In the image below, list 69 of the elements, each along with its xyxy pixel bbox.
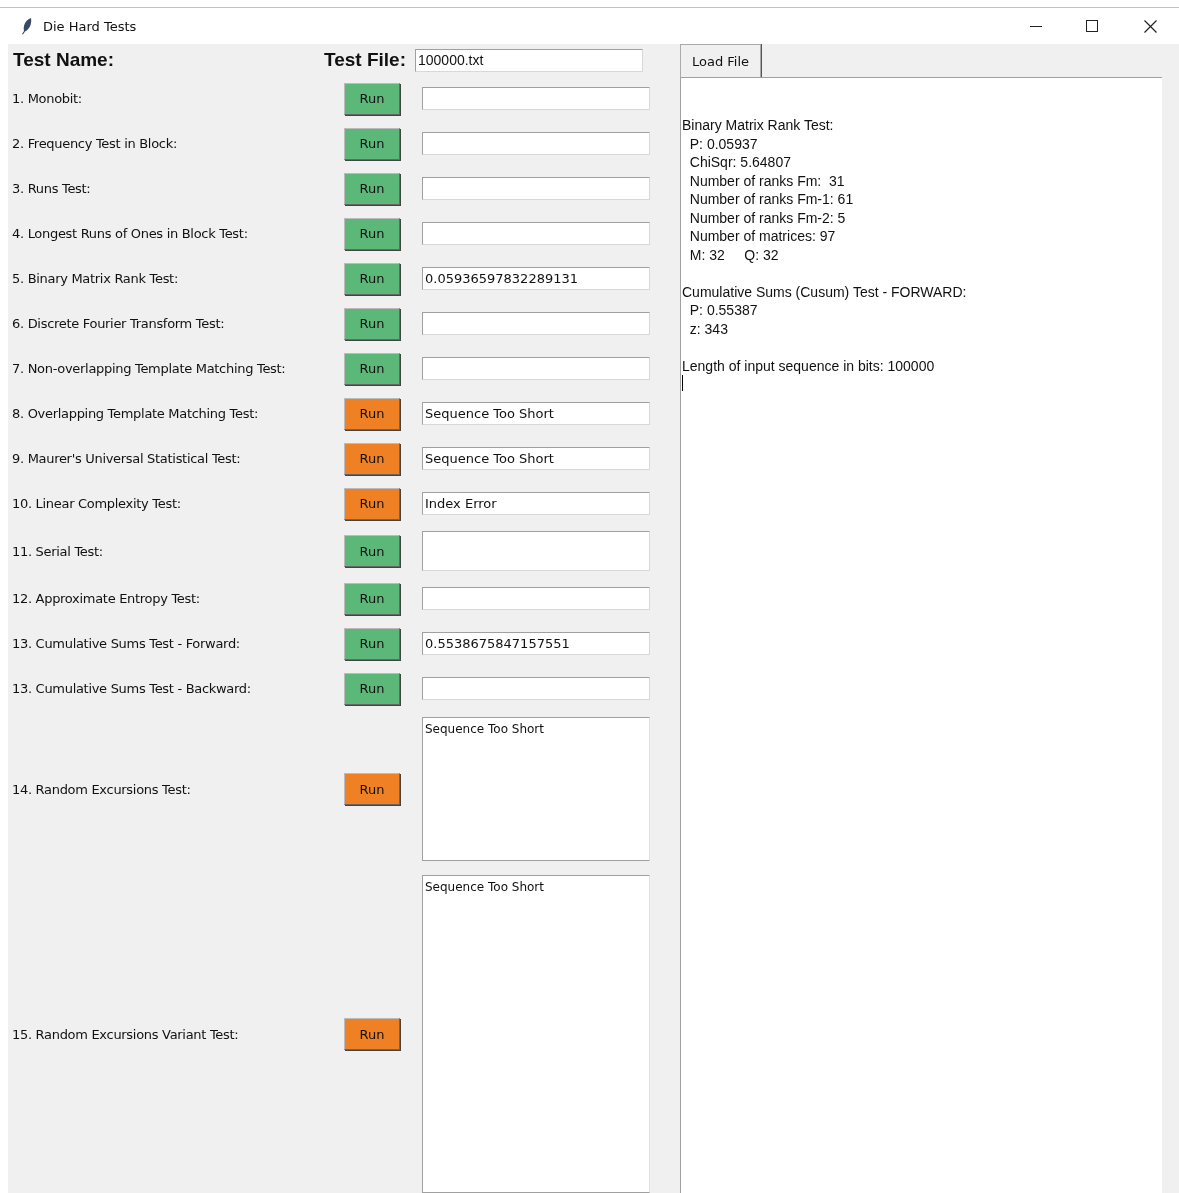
- output-line: Number of ranks Fm-2: 5: [688, 208, 847, 227]
- output-line: Length of input sequence in bits: 100000: [682, 356, 936, 375]
- test-name: 2. Frequency Test in Block:: [11, 136, 178, 151]
- test-name: 12. Approximate Entropy Test:: [11, 591, 201, 606]
- output-line: ChiSqr: 5.64807: [688, 153, 792, 172]
- result-field[interactable]: Sequence Too Short: [422, 402, 650, 425]
- test-name: 9. Maurer's Universal Statistical Test:: [11, 451, 242, 466]
- test-name-heading: Test Name:: [13, 49, 115, 71]
- run-button[interactable]: Run: [344, 352, 400, 385]
- test-name: 8. Overlapping Template Matching Test:: [11, 406, 260, 421]
- output-line: M: 32 Q: 32: [688, 245, 780, 264]
- test-name: 14. Random Excursions Test:: [11, 781, 192, 797]
- output-line: P: 0.05937: [688, 134, 759, 153]
- run-button[interactable]: Run: [344, 82, 400, 115]
- test-name: 4. Longest Runs of Ones in Block Test:: [11, 226, 249, 241]
- test-name: 3. Runs Test:: [11, 181, 92, 196]
- test-name: 11. Serial Test:: [11, 543, 104, 559]
- result-text-area[interactable]: Sequence Too Short: [422, 717, 650, 861]
- test-name: 13. Cumulative Sums Test - Forward:: [11, 636, 241, 651]
- test-file-label: Test File:: [324, 49, 406, 71]
- run-button[interactable]: Run: [344, 127, 400, 160]
- output-line: z: 343: [688, 319, 729, 338]
- test-name: 7. Non-overlapping Template Matching Test:: [11, 361, 287, 376]
- run-button[interactable]: Run: [344, 773, 400, 805]
- output-line: P: 0.55387: [688, 301, 759, 320]
- output-line: Binary Matrix Rank Test:: [682, 116, 835, 135]
- output-line: Number of ranks Fm-1: 61: [688, 190, 855, 209]
- result-field[interactable]: [422, 587, 650, 610]
- result-field[interactable]: [422, 312, 650, 335]
- maximize-icon[interactable]: [1086, 20, 1098, 32]
- run-button[interactable]: Run: [344, 217, 400, 250]
- result-field[interactable]: [422, 132, 650, 155]
- result-field[interactable]: 0.05936597832289131: [422, 267, 650, 290]
- result-text-area[interactable]: Sequence Too Short: [422, 875, 650, 1193]
- window-title: Die Hard Tests: [43, 18, 137, 34]
- file-field[interactable]: 100000.txt: [415, 48, 643, 72]
- run-button[interactable]: Run: [344, 262, 400, 295]
- feather-icon: [21, 17, 33, 35]
- test-name: 6. Discrete Fourier Transform Test:: [11, 316, 226, 331]
- result-field[interactable]: [422, 222, 650, 245]
- run-button[interactable]: Run: [344, 1018, 400, 1050]
- result-field[interactable]: [422, 357, 650, 380]
- test-name: 1. Monobit:: [11, 91, 83, 106]
- test-name: 13. Cumulative Sums Test - Backward:: [11, 681, 252, 696]
- result-field[interactable]: [422, 677, 650, 700]
- output-line: Number of matrices: 97: [688, 227, 837, 246]
- run-button[interactable]: Run: [344, 487, 400, 520]
- text-cursor: [682, 375, 683, 391]
- run-button[interactable]: Run: [344, 582, 400, 615]
- close-icon[interactable]: [1144, 19, 1157, 33]
- run-button[interactable]: Run: [344, 172, 400, 205]
- result-field[interactable]: [422, 177, 650, 200]
- test-name: 15. Random Excursions Variant Test:: [11, 1026, 240, 1042]
- result-field[interactable]: [422, 531, 650, 571]
- run-button[interactable]: Run: [344, 627, 400, 660]
- result-field[interactable]: Sequence Too Short: [422, 447, 650, 470]
- run-button[interactable]: Run: [344, 397, 400, 430]
- output-line: Number of ranks Fm: 31: [688, 171, 846, 190]
- run-button[interactable]: Run: [344, 535, 400, 567]
- result-field[interactable]: [422, 87, 650, 110]
- result-field[interactable]: Index Error: [422, 492, 650, 515]
- result-field[interactable]: 0.5538675847157551: [422, 632, 650, 655]
- output-line: Cumulative Sums (Cusum) Test - FORWARD:: [682, 282, 968, 301]
- test-name: 5. Binary Matrix Rank Test:: [11, 271, 179, 286]
- run-button[interactable]: Run: [344, 307, 400, 340]
- run-button[interactable]: Run: [344, 442, 400, 475]
- run-button[interactable]: Run: [344, 672, 400, 705]
- test-name: 10. Linear Complexity Test:: [11, 496, 182, 511]
- load-file-button[interactable]: Load File: [680, 44, 761, 77]
